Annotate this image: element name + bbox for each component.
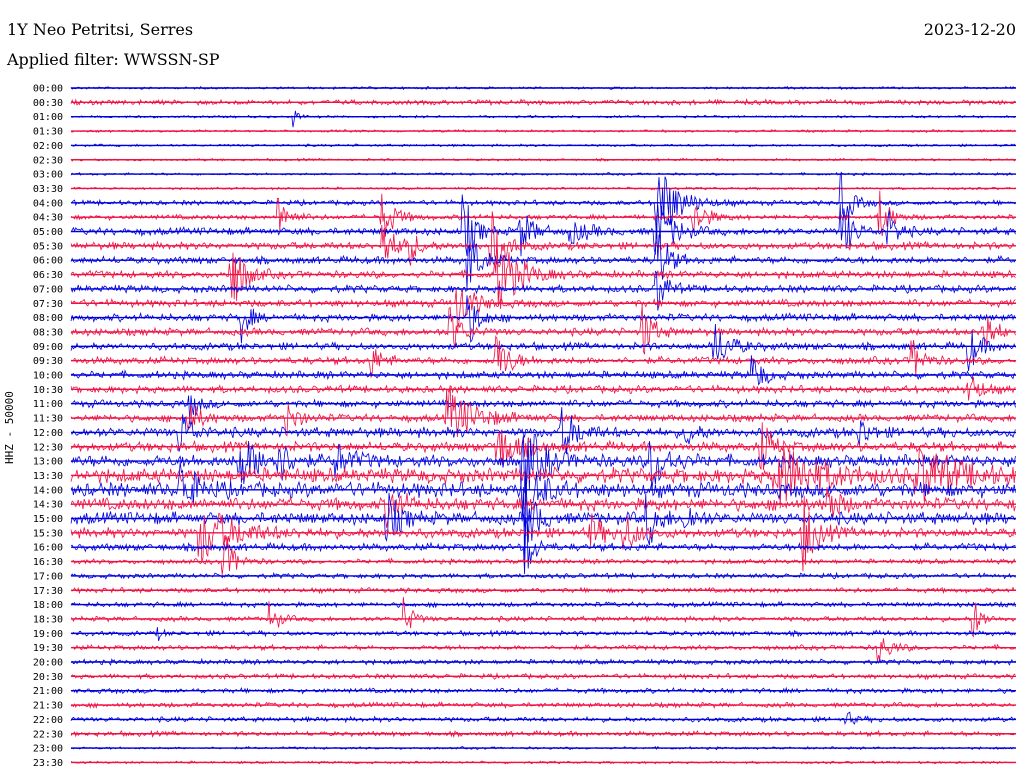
row-label: 22:30: [33, 729, 63, 740]
row-label: 15:30: [33, 528, 63, 539]
row-label: 23:00: [33, 744, 63, 755]
trace-1600: [70, 516, 1016, 575]
row-label: 23:30: [33, 758, 63, 769]
trace-0930: [70, 335, 1016, 378]
row-label: 01:30: [33, 127, 63, 138]
trace-2200: [70, 711, 1016, 725]
trace-1900: [70, 627, 1016, 642]
trace-1430: [70, 487, 1016, 528]
row-label: 10:00: [33, 371, 63, 382]
row-label: 13:00: [33, 457, 63, 468]
row-label: 10:30: [33, 385, 63, 396]
row-label: 19:30: [33, 643, 63, 654]
row-label: 03:00: [33, 170, 63, 181]
row-label: 04:00: [33, 198, 63, 209]
row-label: 18:00: [33, 600, 63, 611]
trace-0400: [70, 171, 1016, 239]
row-label: 18:30: [33, 614, 63, 625]
row-label: 14:00: [33, 485, 63, 496]
row-label: 03:30: [33, 184, 63, 195]
trace-0100: [70, 110, 1016, 128]
row-label: 13:30: [33, 471, 63, 482]
row-label: 11:00: [33, 399, 63, 410]
row-label: 17:00: [33, 571, 63, 582]
row-label: 06:00: [33, 256, 63, 267]
row-label: 09:00: [33, 342, 63, 353]
row-label: 11:30: [33, 414, 63, 425]
row-label: 00:30: [33, 98, 63, 109]
row-label: 00:00: [33, 84, 63, 95]
row-label: 07:30: [33, 299, 63, 310]
row-label: 15:00: [33, 514, 63, 525]
trace-1300: [70, 433, 1016, 495]
trace-0530: [70, 211, 1016, 268]
row-label: 21:30: [33, 701, 63, 712]
traces: [70, 85, 1016, 765]
row-label: 02:30: [33, 155, 63, 166]
row-label: 19:00: [33, 629, 63, 640]
trace-0430: [70, 190, 1016, 237]
row-label: 06:30: [33, 270, 63, 281]
row-labels: 00:00 00:30 01:00 01:30 02:00 02:30 03:00 03:30…: [33, 84, 63, 769]
row-label: 17:30: [33, 586, 63, 597]
row-label: 20:00: [33, 658, 63, 669]
trace-1000: [70, 355, 1016, 386]
row-label: 08:30: [33, 327, 63, 338]
row-label: 05:30: [33, 241, 63, 252]
row-label: 14:30: [33, 500, 63, 511]
row-label: 08:00: [33, 313, 63, 324]
row-label: 09:30: [33, 356, 63, 367]
row-label: 22:00: [33, 715, 63, 726]
seismogram-plot: 00:00 00:30 01:00 01:30 02:00 02:30 03:00 03:30…: [33, 84, 1016, 769]
row-label: 16:00: [33, 543, 63, 554]
row-label: 21:00: [33, 686, 63, 697]
trace-1630: [70, 535, 1016, 576]
row-label: 12:30: [33, 442, 63, 453]
row-label: 01:00: [33, 112, 63, 123]
row-label: 16:30: [33, 557, 63, 568]
row-label: 20:30: [33, 672, 63, 683]
row-label: 12:00: [33, 428, 63, 439]
trace-0730: [70, 289, 1016, 328]
row-label: 02:00: [33, 141, 63, 152]
row-label: 07:00: [33, 284, 63, 295]
row-label: 05:00: [33, 227, 63, 238]
row-label: 04:30: [33, 213, 63, 224]
trace-1930: [70, 638, 1016, 663]
